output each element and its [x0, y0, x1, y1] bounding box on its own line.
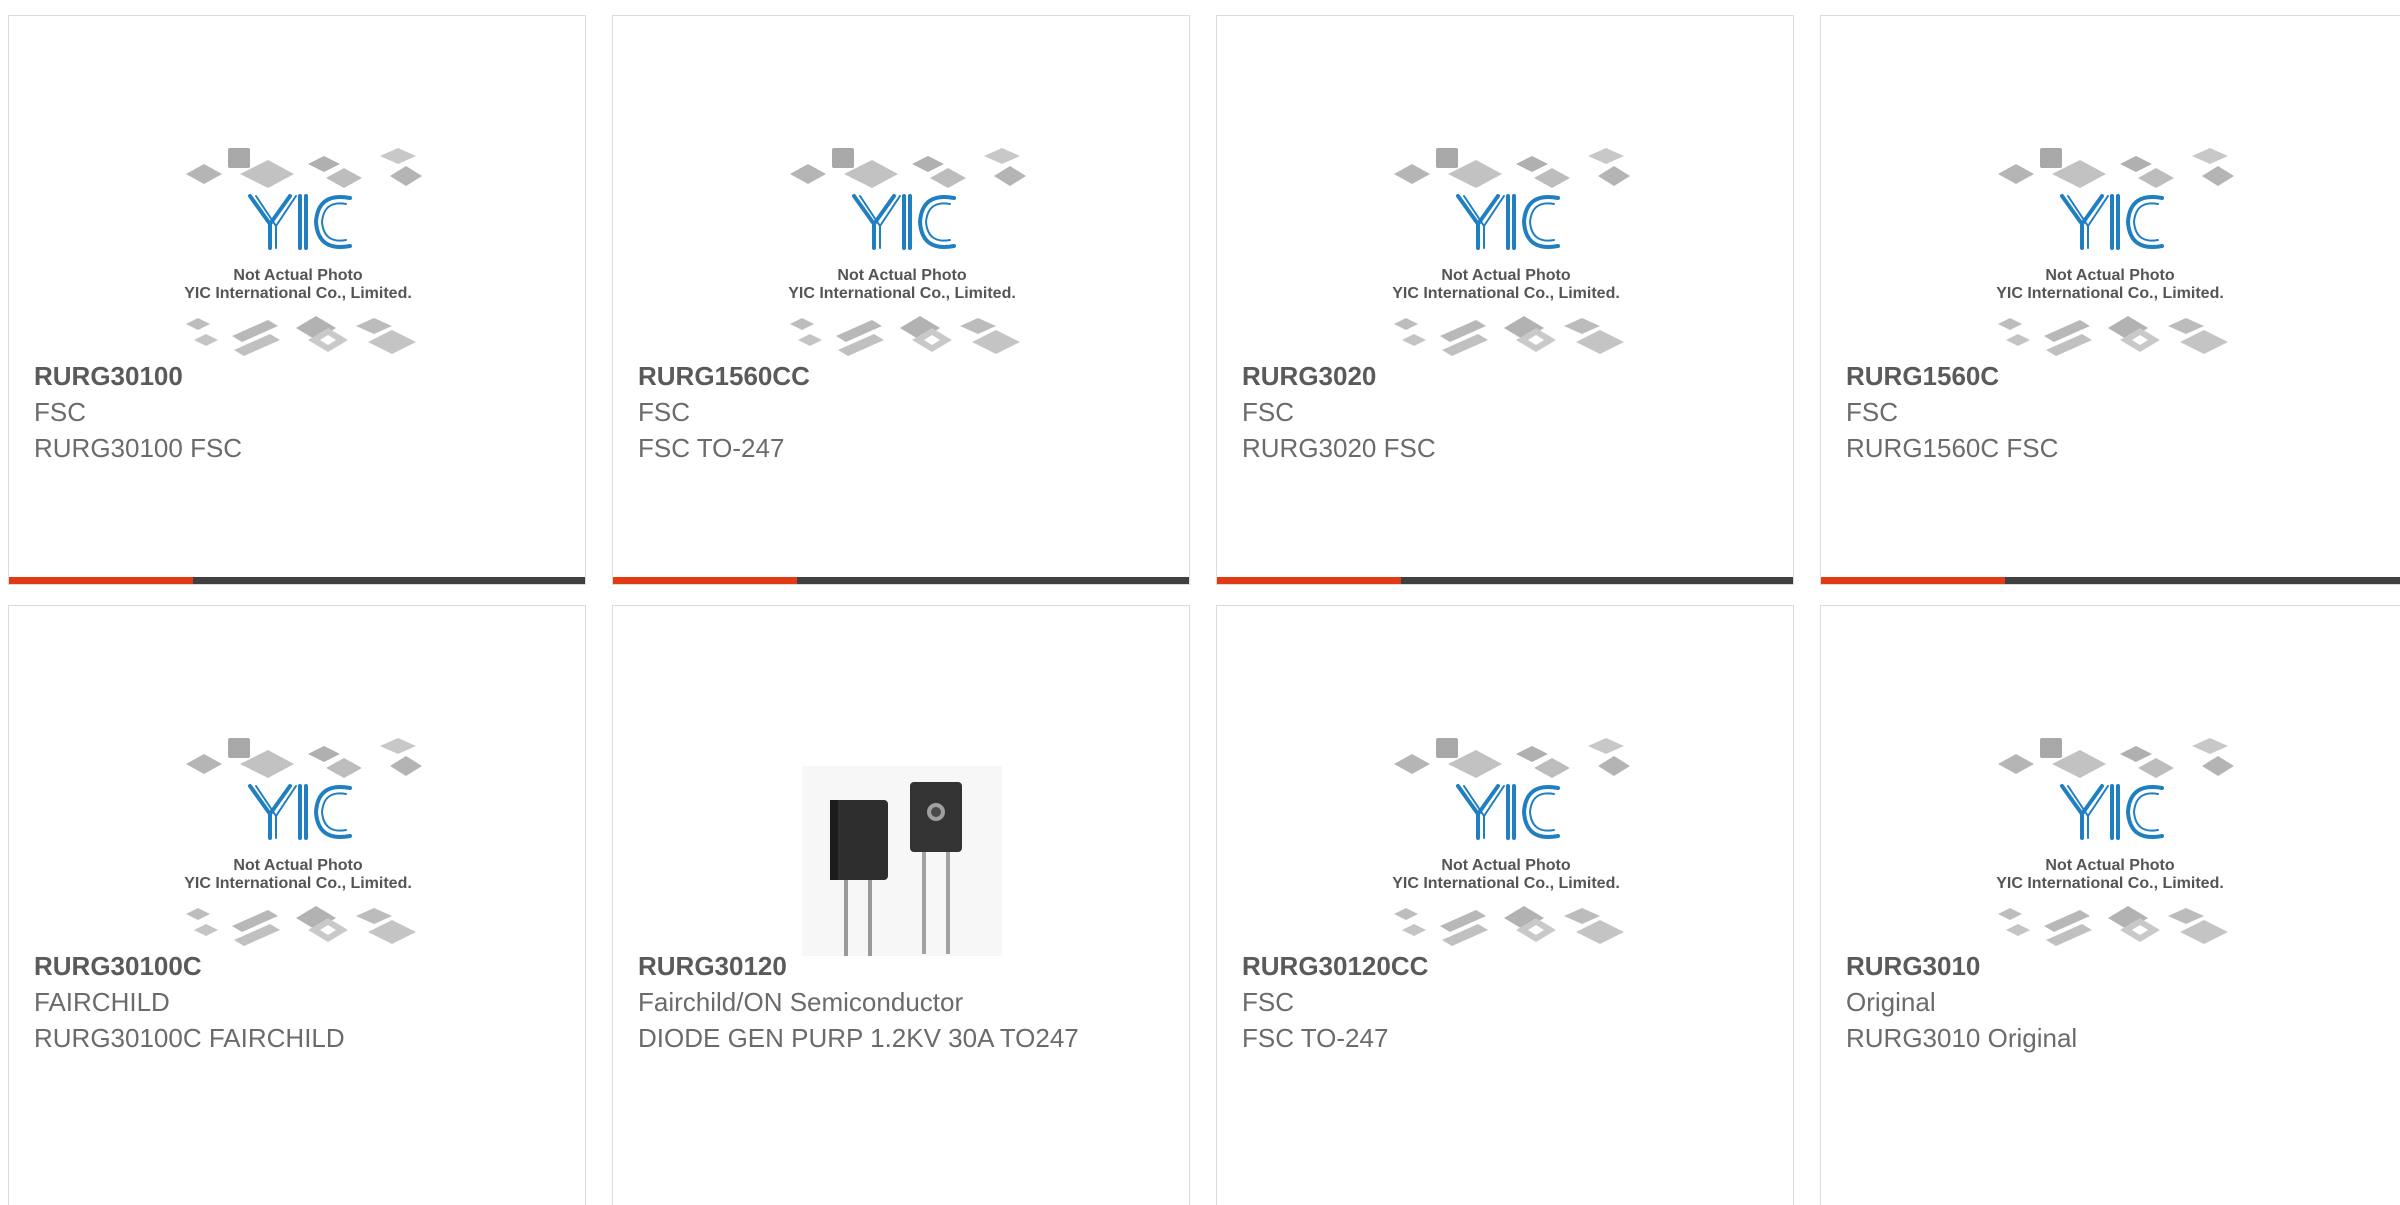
product-image-placeholder[interactable] [1821, 686, 2399, 956]
product-description: DIODE GEN PURP 1.2KV 30A TO247 [638, 1023, 1079, 1053]
product-image-placeholder[interactable] [9, 96, 587, 366]
product-info: RURG1560CC FSC FSC TO-247 [638, 358, 1159, 466]
manufacturer-label: Original [1846, 987, 1936, 1017]
product-info: RURG30100C FAIRCHILD RURG30100C FAIRCHILD [34, 948, 555, 1056]
manufacturer-label: FAIRCHILD [34, 987, 170, 1017]
product-image-placeholder[interactable] [613, 96, 1191, 366]
card-bottom-bar [1217, 577, 1793, 584]
card-bottom-bar [9, 577, 585, 584]
product-image[interactable] [613, 686, 1191, 966]
product-card[interactable]: RURG30100 FSC RURG30100 FSC [8, 15, 586, 585]
card-bar-accent [1821, 577, 2005, 584]
product-card[interactable]: RURG30100C FAIRCHILD RURG30100C FAIRCHILD [8, 605, 586, 1205]
product-card[interactable]: RURG30120 Fairchild/ON Semiconductor DIODE… [612, 605, 1190, 1205]
product-image-placeholder[interactable] [1217, 96, 1795, 366]
product-description: FSC TO-247 [1242, 1023, 1389, 1053]
product-description: RURG30100C FAIRCHILD [34, 1023, 345, 1053]
product-grid: RURG30100 FSC RURG30100 FSC RURG1560CC FSC FS… [0, 0, 2400, 1205]
card-bottom-bar [613, 577, 1189, 584]
part-number-link[interactable]: RURG3020 [1242, 358, 1763, 394]
product-info: RURG30100 FSC RURG30100 FSC [34, 358, 555, 466]
part-number-link[interactable]: RURG30100C [34, 948, 555, 984]
part-number-link[interactable]: RURG1560C [1846, 358, 2380, 394]
product-info: RURG30120 Fairchild/ON Semiconductor DIODE… [638, 948, 1159, 1056]
product-image-placeholder[interactable] [1217, 686, 1795, 956]
part-number-link[interactable]: RURG1560CC [638, 358, 1159, 394]
product-info: RURG3020 FSC RURG3020 FSC [1242, 358, 1763, 466]
card-bar-accent [613, 577, 797, 584]
product-card[interactable]: RURG1560CC FSC FSC TO-247 [612, 15, 1190, 585]
product-card[interactable]: RURG3010 Original RURG3010 Original [1820, 605, 2400, 1205]
manufacturer-label: FSC [1846, 397, 1898, 427]
manufacturer-label: FSC [638, 397, 690, 427]
product-image-placeholder[interactable] [9, 686, 587, 956]
manufacturer-label: FSC [1242, 397, 1294, 427]
part-number-link[interactable]: RURG30100 [34, 358, 555, 394]
card-bottom-bar [1821, 577, 2400, 584]
product-card[interactable]: RURG30120CC FSC FSC TO-247 [1216, 605, 1794, 1205]
product-info: RURG3010 Original RURG3010 Original [1846, 948, 2380, 1056]
product-card[interactable]: RURG1560C FSC RURG1560C FSC [1820, 15, 2400, 585]
manufacturer-label: FSC [1242, 987, 1294, 1017]
part-number-link[interactable]: RURG3010 [1846, 948, 2380, 984]
card-bar-accent [9, 577, 193, 584]
product-description: RURG1560C FSC [1846, 433, 2059, 463]
product-info: RURG1560C FSC RURG1560C FSC [1846, 358, 2380, 466]
product-description: RURG3010 Original [1846, 1023, 2078, 1053]
manufacturer-label: FSC [34, 397, 86, 427]
product-description: RURG3020 FSC [1242, 433, 1436, 463]
product-image-placeholder[interactable] [1821, 96, 2399, 366]
part-number-link[interactable]: RURG30120 [638, 948, 1159, 984]
part-number-link[interactable]: RURG30120CC [1242, 948, 1763, 984]
product-card[interactable]: RURG3020 FSC RURG3020 FSC [1216, 15, 1794, 585]
product-description: RURG30100 FSC [34, 433, 243, 463]
manufacturer-label: Fairchild/ON Semiconductor [638, 987, 964, 1017]
product-info: RURG30120CC FSC FSC TO-247 [1242, 948, 1763, 1056]
product-description: FSC TO-247 [638, 433, 785, 463]
card-bar-accent [1217, 577, 1401, 584]
